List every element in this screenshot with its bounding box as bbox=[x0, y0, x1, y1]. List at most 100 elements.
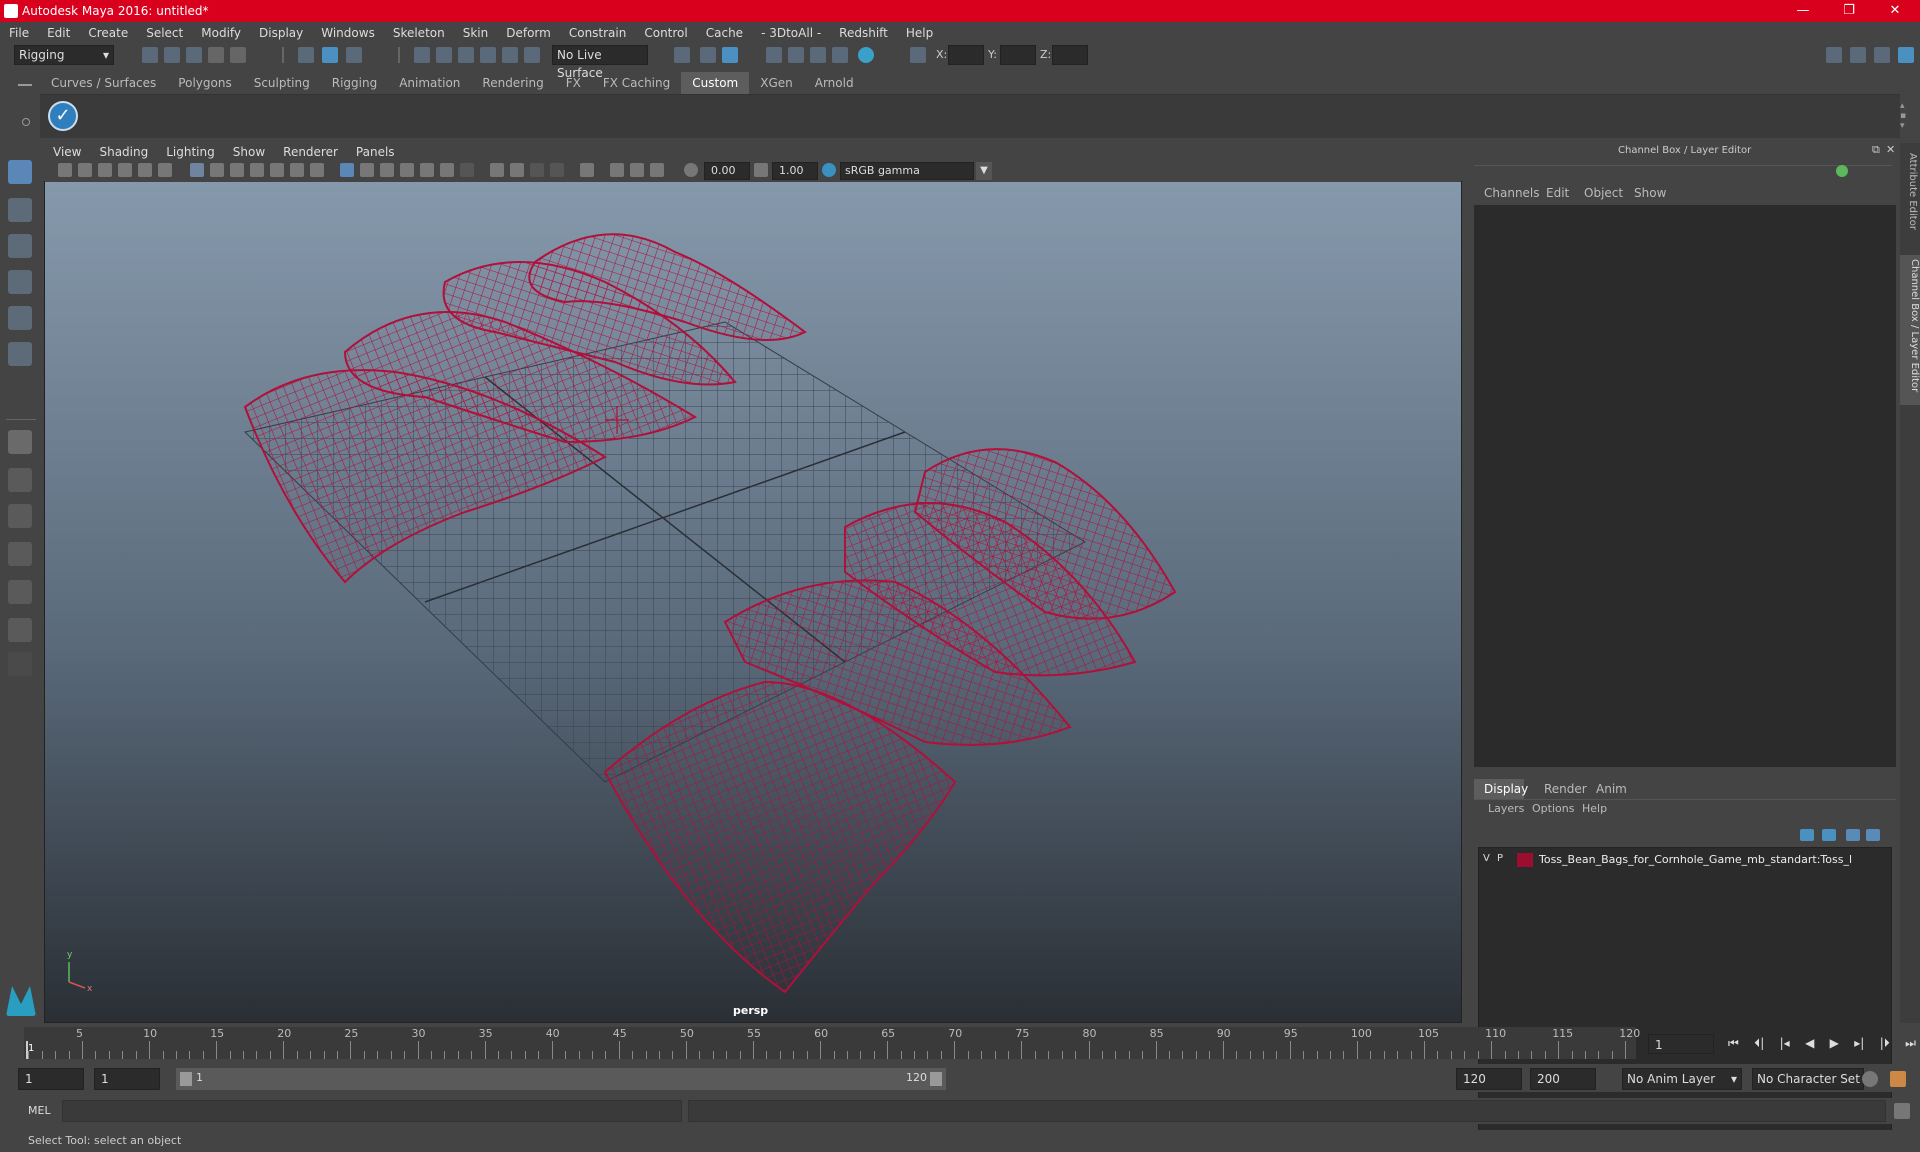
arnold-icon[interactable] bbox=[858, 47, 874, 63]
show-menu[interactable]: Show bbox=[1624, 183, 1676, 203]
snap-curve-icon[interactable] bbox=[436, 47, 452, 63]
float-panel-icon[interactable]: ⧉ bbox=[1872, 143, 1880, 157]
color-management-icon[interactable] bbox=[822, 163, 836, 177]
menu-windows[interactable]: Windows bbox=[312, 26, 384, 40]
rotate-tool-icon[interactable] bbox=[8, 306, 32, 330]
layer-color-swatch[interactable] bbox=[1517, 853, 1533, 867]
wireframe-icon[interactable] bbox=[340, 163, 354, 177]
smooth-shade-icon[interactable] bbox=[360, 163, 374, 177]
use-all-lights-icon[interactable] bbox=[440, 163, 454, 177]
screen-space-ao-icon[interactable] bbox=[490, 163, 504, 177]
attribute-editor-toggle-icon[interactable] bbox=[1850, 47, 1866, 63]
step-forward-frame-icon[interactable]: |⏵ bbox=[1880, 1036, 1890, 1054]
layer-row[interactable]: V P Toss_Bean_Bags_for_Cornhole_Game_mb_… bbox=[1479, 850, 1891, 870]
isolate-select-icon[interactable] bbox=[580, 163, 594, 177]
channel-box-toggle-icon[interactable] bbox=[1898, 47, 1914, 63]
exposure-field[interactable]: 0.00 bbox=[704, 162, 750, 180]
playback-start-field[interactable]: 1 bbox=[94, 1068, 160, 1090]
layer-name[interactable]: Toss_Bean_Bags_for_Cornhole_Game_mb_stan… bbox=[1539, 853, 1852, 866]
anim-layer-dropdown[interactable]: No Anim Layer ▾ bbox=[1622, 1068, 1742, 1090]
viewport-menu-panels[interactable]: Panels bbox=[347, 145, 404, 159]
ipr-render-icon[interactable] bbox=[722, 47, 738, 63]
select-object-icon[interactable] bbox=[322, 47, 338, 63]
play-forwards-icon[interactable]: ▶ bbox=[1830, 1036, 1839, 1054]
tab-polygons[interactable]: Polygons bbox=[167, 72, 242, 94]
live-surface-field[interactable]: No Live Surface bbox=[552, 45, 648, 80]
step-back-key-icon[interactable]: |◂ bbox=[1780, 1036, 1790, 1054]
x-coordinate-field[interactable] bbox=[948, 45, 984, 65]
persp-outliner-layout-icon[interactable] bbox=[8, 580, 32, 604]
tab-rigging[interactable]: Rigging bbox=[321, 72, 388, 94]
film-gate-icon[interactable] bbox=[210, 163, 224, 177]
snap-point-icon[interactable] bbox=[458, 47, 474, 63]
time-slider[interactable]: 5 10 15 20 25 30 35 40 45 50 55 60 65 70 75 80 85 90 95 100… bbox=[24, 1027, 1640, 1059]
playback-end-field[interactable]: 120 bbox=[1456, 1068, 1522, 1090]
motion-blur-icon[interactable] bbox=[510, 163, 524, 177]
render-setup-icon[interactable] bbox=[810, 47, 826, 63]
menu-skin[interactable]: Skin bbox=[454, 26, 498, 40]
close-button[interactable]: ✕ bbox=[1872, 0, 1918, 22]
camera-select-icon[interactable] bbox=[58, 163, 72, 177]
shelf-scroll-icon[interactable]: ▴ ▪ ▾ bbox=[1900, 101, 1908, 131]
wireframe-on-shaded-icon[interactable] bbox=[400, 163, 414, 177]
new-layer-icon[interactable] bbox=[1846, 829, 1860, 841]
menu-constrain[interactable]: Constrain bbox=[560, 26, 636, 40]
maximize-button[interactable]: ❐ bbox=[1826, 0, 1872, 22]
step-back-frame-icon[interactable]: ⏴| bbox=[1754, 1036, 1764, 1054]
tab-fx[interactable]: FX bbox=[555, 72, 592, 94]
viewport-menu-lighting[interactable]: Lighting bbox=[157, 145, 224, 159]
tab-animation[interactable]: Animation bbox=[388, 72, 471, 94]
minimize-button[interactable]: — bbox=[1780, 0, 1826, 22]
snap-surface-icon[interactable] bbox=[502, 47, 518, 63]
gamma-icon[interactable] bbox=[754, 163, 768, 177]
shadows-icon[interactable] bbox=[460, 163, 474, 177]
tab-anim[interactable]: Anim bbox=[1586, 779, 1637, 799]
viewport-menu-renderer[interactable]: Renderer bbox=[274, 145, 347, 159]
xray-joints-icon[interactable] bbox=[630, 163, 644, 177]
tab-curves-surfaces[interactable]: Curves / Surfaces bbox=[40, 72, 167, 94]
gate-mask-icon[interactable] bbox=[250, 163, 264, 177]
tab-fx-caching[interactable]: FX Caching bbox=[592, 72, 681, 94]
textured-icon[interactable] bbox=[420, 163, 434, 177]
command-language-label[interactable]: MEL bbox=[28, 1104, 51, 1117]
menu-set-dropdown[interactable]: Rigging ▾ bbox=[14, 45, 114, 65]
snap-view-icon[interactable] bbox=[480, 47, 496, 63]
menu-skeleton[interactable]: Skeleton bbox=[384, 26, 454, 40]
menu-edit[interactable]: Edit bbox=[38, 26, 79, 40]
range-start-handle[interactable] bbox=[180, 1072, 192, 1086]
range-slider[interactable]: 1 120 bbox=[176, 1068, 946, 1090]
tab-rendering[interactable]: Rendering bbox=[471, 72, 554, 94]
chevron-down-icon[interactable]: ▼ bbox=[976, 162, 992, 180]
menu-deform[interactable]: Deform bbox=[497, 26, 560, 40]
z-coordinate-field[interactable] bbox=[1052, 45, 1088, 65]
anti-aliasing-icon[interactable] bbox=[530, 163, 544, 177]
character-set-dropdown[interactable]: No Character Set bbox=[1752, 1068, 1864, 1090]
select-tool-icon[interactable] bbox=[8, 160, 32, 184]
scale-tool-icon[interactable] bbox=[8, 342, 32, 366]
undo-icon[interactable] bbox=[208, 47, 224, 63]
image-plane-icon[interactable] bbox=[118, 163, 132, 177]
single-view-layout-icon[interactable] bbox=[8, 430, 32, 454]
tab-attribute-editor[interactable]: Attribute Editor bbox=[1902, 153, 1918, 247]
menu-3dtoall[interactable]: - 3DtoAll - bbox=[752, 26, 830, 40]
viewport-menu-view[interactable]: View bbox=[44, 145, 90, 159]
move-layer-up-icon[interactable] bbox=[1800, 829, 1814, 841]
shelf-menu-icon[interactable] bbox=[18, 84, 32, 86]
step-forward-key-icon[interactable]: ▸| bbox=[1854, 1036, 1864, 1054]
current-time-marker[interactable] bbox=[26, 1041, 28, 1059]
menu-cache[interactable]: Cache bbox=[697, 26, 752, 40]
2d-pan-zoom-icon[interactable] bbox=[138, 163, 152, 177]
xray-icon[interactable] bbox=[610, 163, 624, 177]
menu-modify[interactable]: Modify bbox=[192, 26, 250, 40]
animation-preferences-icon[interactable] bbox=[1862, 1071, 1878, 1087]
go-to-start-icon[interactable]: ⏮ bbox=[1728, 1036, 1739, 1054]
layer-visibility-toggle[interactable]: V bbox=[1483, 853, 1490, 864]
render-view-icon[interactable] bbox=[674, 47, 690, 63]
tab-custom[interactable]: Custom bbox=[681, 72, 750, 94]
shelf-settings-icon[interactable] bbox=[22, 118, 30, 126]
safe-action-icon[interactable] bbox=[290, 163, 304, 177]
light-editor-icon[interactable] bbox=[832, 47, 848, 63]
default-material-icon[interactable] bbox=[380, 163, 394, 177]
end-time-field[interactable]: 200 bbox=[1530, 1068, 1596, 1090]
view-transform-dropdown[interactable]: sRGB gamma bbox=[840, 162, 974, 180]
